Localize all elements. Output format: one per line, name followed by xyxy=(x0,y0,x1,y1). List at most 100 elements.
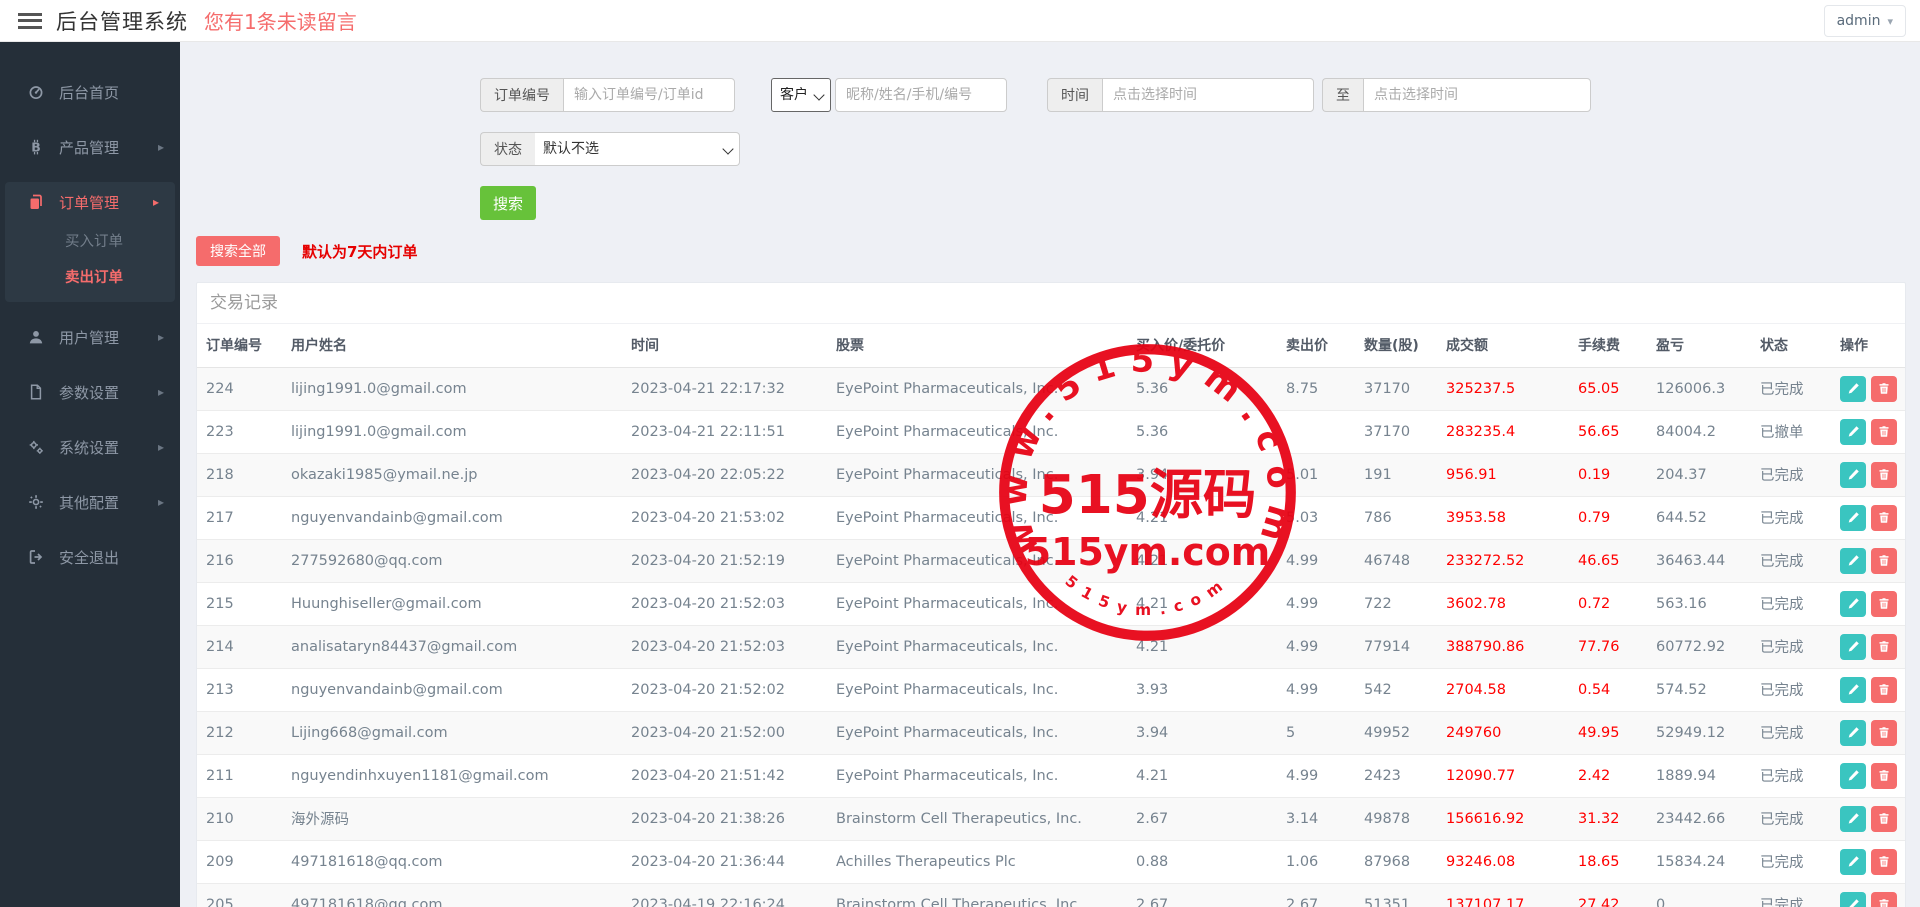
buy-price: 0.88 xyxy=(1127,840,1277,883)
edit-button[interactable] xyxy=(1840,892,1866,907)
delete-button[interactable] xyxy=(1871,548,1897,574)
edit-button[interactable] xyxy=(1840,591,1866,617)
row-actions xyxy=(1831,840,1905,883)
unread-message-notice[interactable]: 您有1条未读留言 xyxy=(204,6,357,35)
status: 已完成 xyxy=(1751,883,1831,907)
edit-button[interactable] xyxy=(1840,505,1866,531)
table-row: 215Huunghiseller@gmail.com2023-04-20 21:… xyxy=(197,582,1905,625)
user-name: nguyendinhxuyen1181@gmail.com xyxy=(282,754,622,797)
sell-price: 1.06 xyxy=(1277,840,1355,883)
user-name: analisataryn84437@gmail.com xyxy=(282,625,622,668)
turnover: 956.91 xyxy=(1437,453,1569,496)
delete-button[interactable] xyxy=(1871,849,1897,875)
buy-price: 4.21 xyxy=(1127,539,1277,582)
time-start-input[interactable] xyxy=(1102,78,1314,112)
profit-loss: 23442.66 xyxy=(1647,797,1751,840)
order-no-input[interactable] xyxy=(563,78,735,112)
delete-button[interactable] xyxy=(1871,419,1897,445)
time-start-filter: 时间 xyxy=(1047,78,1314,112)
time-end-filter: 至 xyxy=(1322,78,1591,112)
buy-price: 4.21 xyxy=(1127,625,1277,668)
edit-button[interactable] xyxy=(1840,634,1866,660)
table-row: 211nguyendinhxuyen1181@gmail.com2023-04-… xyxy=(197,754,1905,797)
bitcoin-icon: B xyxy=(28,139,46,155)
order-time: 2023-04-20 21:52:19 xyxy=(622,539,827,582)
buy-price: 4.21 xyxy=(1127,754,1277,797)
row-actions xyxy=(1831,754,1905,797)
delete-button[interactable] xyxy=(1871,376,1897,402)
delete-button[interactable] xyxy=(1871,720,1897,746)
delete-button[interactable] xyxy=(1871,505,1897,531)
sidebar-subitem[interactable]: 买入订单 xyxy=(5,222,175,258)
edit-button[interactable] xyxy=(1840,763,1866,789)
app-title: 后台管理系统 xyxy=(56,6,188,36)
edit-button[interactable] xyxy=(1840,462,1866,488)
quantity: 51351 xyxy=(1355,883,1437,907)
chevron-right-icon: ▸ xyxy=(158,385,164,399)
sidebar-item[interactable]: 系统设置▸ xyxy=(0,427,180,467)
edit-button[interactable] xyxy=(1840,849,1866,875)
delete-button[interactable] xyxy=(1871,634,1897,660)
quantity: 49952 xyxy=(1355,711,1437,754)
fee: 0.72 xyxy=(1569,582,1647,625)
stock-name: Achilles Therapeutics Plc xyxy=(827,840,1127,883)
row-actions xyxy=(1831,625,1905,668)
sidebar-item[interactable]: 后台首页 xyxy=(0,72,180,112)
turnover: 3602.78 xyxy=(1437,582,1569,625)
sidebar-item[interactable]: B产品管理▸ xyxy=(0,127,180,167)
customer-type-select[interactable]: 客户 xyxy=(771,78,831,112)
fee: 0.79 xyxy=(1569,496,1647,539)
user-dropdown[interactable]: admin ▾ xyxy=(1824,5,1906,37)
sidebar-item[interactable]: 参数设置▸ xyxy=(0,372,180,412)
user-icon xyxy=(28,329,46,345)
username: admin xyxy=(1837,13,1881,29)
user-name: nguyenvandainb@gmail.com xyxy=(282,668,622,711)
delete-button[interactable] xyxy=(1871,763,1897,789)
fee: 77.76 xyxy=(1569,625,1647,668)
edit-button[interactable] xyxy=(1840,419,1866,445)
status-select[interactable]: 默认不选 xyxy=(535,132,740,166)
sell-price: 4.99 xyxy=(1277,539,1355,582)
edit-button[interactable] xyxy=(1840,806,1866,832)
order-time: 2023-04-20 21:52:03 xyxy=(622,625,827,668)
delete-button[interactable] xyxy=(1871,591,1897,617)
column-header: 用户姓名 xyxy=(282,324,622,367)
buy-price: 3.93 xyxy=(1127,668,1277,711)
quantity: 77914 xyxy=(1355,625,1437,668)
order-time: 2023-04-20 22:05:22 xyxy=(622,453,827,496)
search-button[interactable]: 搜索 xyxy=(480,186,536,220)
search-all-button[interactable]: 搜索全部 xyxy=(196,236,280,266)
quantity: 722 xyxy=(1355,582,1437,625)
status: 已完成 xyxy=(1751,367,1831,410)
sidebar-item[interactable]: 其他配置▸ xyxy=(0,482,180,522)
sell-price: 2.67 xyxy=(1277,883,1355,907)
main-content: 订单编号 客户 时间 至 xyxy=(180,42,1920,907)
edit-button[interactable] xyxy=(1840,677,1866,703)
customer-input[interactable] xyxy=(835,78,1007,112)
user-name: lijing1991.0@gmail.com xyxy=(282,367,622,410)
search-filters: 订单编号 客户 时间 至 xyxy=(480,78,1906,236)
table-row: 217nguyenvandainb@gmail.com2023-04-20 21… xyxy=(197,496,1905,539)
sidebar-subitem[interactable]: 卖出订单 xyxy=(5,258,175,294)
delete-button[interactable] xyxy=(1871,892,1897,907)
stock-name: EyePoint Pharmaceuticals, Inc. xyxy=(827,367,1127,410)
stock-name: Brainstorm Cell Therapeutics, Inc. xyxy=(827,797,1127,840)
sidebar-item[interactable]: 用户管理▸ xyxy=(0,317,180,357)
time-end-input[interactable] xyxy=(1363,78,1591,112)
order-id: 214 xyxy=(197,625,282,668)
delete-button[interactable] xyxy=(1871,462,1897,488)
order-time: 2023-04-20 21:38:26 xyxy=(622,797,827,840)
edit-button[interactable] xyxy=(1840,376,1866,402)
hamburger-menu-icon[interactable] xyxy=(18,13,42,29)
delete-button[interactable] xyxy=(1871,677,1897,703)
delete-button[interactable] xyxy=(1871,806,1897,832)
status: 已完成 xyxy=(1751,539,1831,582)
edit-button[interactable] xyxy=(1840,720,1866,746)
order-time: 2023-04-20 21:52:02 xyxy=(622,668,827,711)
status: 已完成 xyxy=(1751,582,1831,625)
sidebar-item[interactable]: 安全退出 xyxy=(0,537,180,577)
edit-button[interactable] xyxy=(1840,548,1866,574)
sidebar-item[interactable]: 订单管理▸ xyxy=(5,182,175,222)
order-time: 2023-04-20 21:52:03 xyxy=(622,582,827,625)
order-id: 223 xyxy=(197,410,282,453)
